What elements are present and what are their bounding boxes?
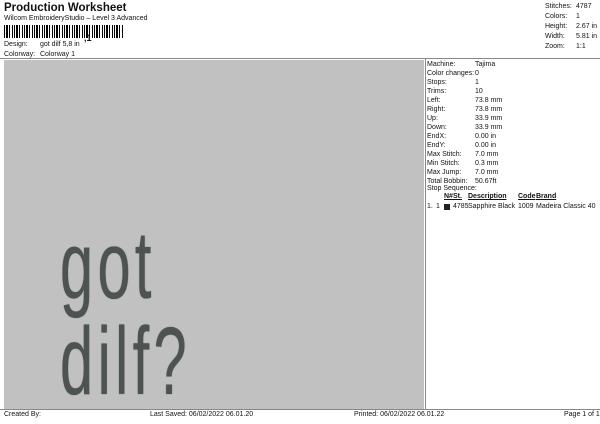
info-down: Down: 33.9 mm [427,124,503,131]
row-st: 4785 [453,203,469,210]
colorway-row: Colorway: Colorway 1 [4,51,75,58]
colorway-value: Colorway 1 [40,51,76,58]
row-n: 1 [436,203,440,210]
col-n: N# [444,193,453,200]
row-code: 1009 [518,203,534,210]
created-by: Created By: [4,411,41,418]
info-color-changes: Color changes: 0 [427,70,479,77]
design-label: Design: [4,41,28,48]
info-endy: EndY: 0.00 in [427,142,497,149]
info-endx: EndX: 0.00 in [427,133,497,140]
barcode-suffix: ,1 [84,33,92,43]
embroidery-design-text: got dilf? [60,212,191,415]
info-max-stitch: Max Stitch: 7.0 mm [427,151,499,158]
barcode-image [4,25,124,38]
table-row: 1. 1 4785 Sapphire Black 1009 Madeira Cl… [427,203,599,212]
stat-width: Width: 5.81 in [545,33,598,40]
info-trims: Trims: 10 [427,88,483,95]
col-description: Description [468,193,507,200]
machine-info-panel: Machine: Tajima Color changes: 0 Stops: 1 T… [427,60,599,186]
last-saved: Last Saved: 06/02/2022 06.01.20 [150,411,254,418]
page-number: Page 1 of 1 [564,411,600,418]
worksheet-title: Production Worksheet [4,2,127,14]
stat-zoom: Zoom: 1:1 [545,43,586,50]
printed-date: Printed: 06/02/2022 06.01.22 [354,411,445,418]
row-description: Sapphire Black [468,203,516,210]
panel-divider [425,58,426,409]
stat-stitches: Stitches: 4787 [545,3,592,10]
design-canvas[interactable]: got dilf? [4,60,424,415]
colorway-label: Colorway: [4,51,36,58]
info-up: Up: 33.9 mm [427,115,503,122]
info-machine: Machine: Tajima [427,61,496,68]
info-right: Right: 73.8 mm [427,106,503,113]
header-divider [0,58,600,59]
thread-color-swatch-icon [444,204,450,210]
software-subtitle: Wilcom EmbroideryStudio – Level 3 Advanc… [4,15,148,22]
info-min-stitch: Min Stitch: 0.3 mm [427,160,499,167]
top-stats-panel: Stitches: 4787 Colors: 1 Height: 2.67 in Wi… [545,2,599,52]
row-index: 1. [427,203,433,210]
stat-colors: Colors: 1 [545,13,580,20]
info-stops: Stops: 1 [427,79,479,86]
design-value: got dilf 5,8 in [40,41,80,48]
info-max-jump: Max Jump: 7.0 mm [427,169,499,176]
row-brand: Madeira Classic 40 [536,203,596,210]
stop-sequence-label: Stop Sequence: [427,185,477,192]
col-st: St. [453,193,462,200]
design-row: Design: got dilf 5,8 in [4,41,80,48]
col-code: Code [518,193,536,200]
stop-sequence-header: N# St. Description Code Brand [427,193,599,200]
stat-height: Height: 2.67 in [545,23,598,30]
col-brand: Brand [536,193,557,200]
info-left: Left: 73.8 mm [427,97,503,104]
